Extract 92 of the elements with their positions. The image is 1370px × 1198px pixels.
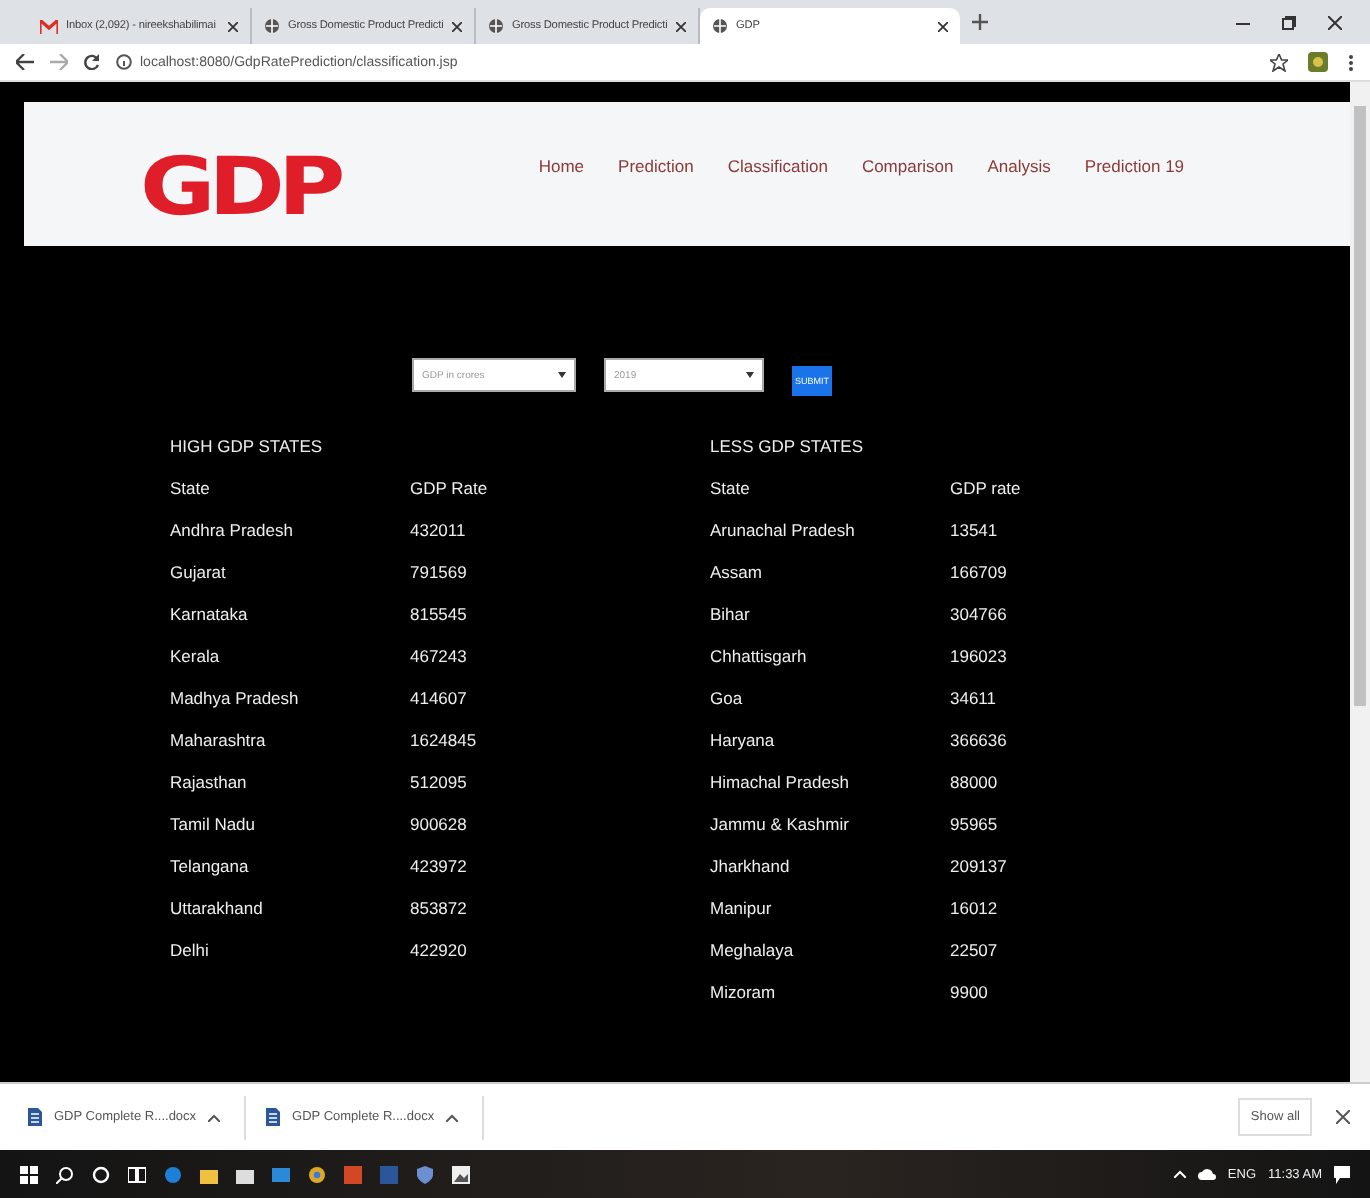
photo-app-icon[interactable] bbox=[452, 1165, 470, 1183]
site-logo: GDP bbox=[140, 148, 339, 228]
table-cell-text: 853872 bbox=[410, 898, 469, 922]
table-cell-text: 815545 bbox=[410, 604, 469, 628]
menu-icon[interactable] bbox=[1348, 53, 1354, 71]
table-cell-text: 34611 bbox=[950, 688, 999, 712]
extension-icon[interactable] bbox=[1308, 52, 1328, 72]
table-title: LESS GDP STATES bbox=[710, 436, 866, 456]
column-header: GDP rate bbox=[950, 478, 1023, 502]
table-cell-text: 366636 bbox=[950, 730, 1009, 754]
restore-icon[interactable] bbox=[1282, 15, 1296, 29]
scrollbar-thumb[interactable] bbox=[1354, 106, 1366, 706]
table-cell-text: Tamil Nadu bbox=[170, 814, 258, 838]
table-cell-text: Maharashtra bbox=[170, 730, 268, 754]
cloud-icon[interactable] bbox=[1197, 1168, 1216, 1180]
close-icon[interactable] bbox=[1336, 1110, 1350, 1124]
nav-link[interactable]: Analysis bbox=[987, 156, 1051, 176]
search-icon[interactable] bbox=[56, 1165, 74, 1183]
task-view-icon[interactable] bbox=[128, 1165, 146, 1183]
table-cell-text: 791569 bbox=[410, 562, 469, 586]
table-cell-text: 414607 bbox=[410, 688, 469, 712]
close-icon[interactable] bbox=[228, 21, 238, 31]
table-cell-text: Rajasthan bbox=[170, 772, 249, 796]
table-cell-text: 88000 bbox=[950, 772, 1000, 796]
table-cell-text: Mizoram bbox=[710, 982, 778, 1006]
notification-icon[interactable] bbox=[1334, 1165, 1350, 1183]
column-header: State bbox=[170, 478, 212, 502]
table-cell-text: Himachal Pradesh bbox=[710, 772, 851, 796]
table-cell-text: Arunachal Pradesh bbox=[710, 520, 857, 544]
table-cell-text: 900628 bbox=[410, 814, 469, 838]
document-icon bbox=[266, 1108, 281, 1126]
back-icon[interactable] bbox=[16, 54, 34, 70]
table-cell-text: 1624845 bbox=[410, 730, 479, 754]
table-cell-text: 209137 bbox=[950, 856, 1009, 880]
table-cell-text: Gujarat bbox=[170, 562, 228, 586]
table-cell-text: 166709 bbox=[950, 562, 1009, 586]
reload-icon[interactable] bbox=[84, 54, 100, 70]
caret-icon bbox=[558, 372, 566, 378]
globe-icon bbox=[712, 18, 728, 34]
table-cell-text: 22507 bbox=[950, 940, 1000, 964]
table-cell-text: Kerala bbox=[170, 646, 222, 670]
close-icon[interactable] bbox=[1328, 15, 1342, 29]
table-cell-text: Andhra Pradesh bbox=[170, 520, 295, 544]
nav-link[interactable]: Prediction 19 bbox=[1084, 156, 1185, 176]
nav-link[interactable]: Comparison bbox=[861, 156, 954, 176]
globe-icon bbox=[264, 18, 280, 34]
table-cell-text: Bihar bbox=[710, 604, 752, 628]
table-cell-text: Karnataka bbox=[170, 604, 250, 628]
new-tab-icon[interactable] bbox=[972, 14, 988, 30]
table-cell-text: Assam bbox=[710, 562, 764, 586]
shield-icon[interactable] bbox=[416, 1165, 434, 1183]
column-header: State bbox=[710, 478, 752, 502]
table-cell-text: 95965 bbox=[950, 814, 1000, 838]
table-cell-text: Jammu & Kashmir bbox=[710, 814, 851, 838]
globe-icon bbox=[488, 18, 504, 34]
table-cell-text: Telangana bbox=[170, 856, 251, 880]
close-icon[interactable] bbox=[676, 21, 686, 31]
table-cell-text: 423972 bbox=[410, 856, 469, 880]
table-cell-text: 422920 bbox=[410, 940, 469, 964]
table-title: HIGH GDP STATES bbox=[170, 436, 325, 456]
nav-link[interactable]: Classification bbox=[727, 156, 828, 176]
close-icon[interactable] bbox=[938, 21, 948, 31]
windows-logo-icon[interactable] bbox=[20, 1165, 38, 1183]
table-cell-text: Uttarakhand bbox=[170, 898, 265, 922]
chevron-up-icon[interactable] bbox=[446, 1113, 459, 1121]
bookmark-star-icon[interactable] bbox=[1270, 53, 1288, 71]
table-cell-text: 13541 bbox=[950, 520, 1000, 544]
table-cell-text: Delhi bbox=[170, 940, 211, 964]
nav-link[interactable]: Home bbox=[538, 156, 585, 176]
document-icon bbox=[28, 1108, 42, 1126]
caret-icon bbox=[746, 372, 754, 378]
info-icon bbox=[116, 54, 132, 70]
table-cell-text: Haryana bbox=[710, 730, 777, 754]
table-cell-text: Jharkhand bbox=[710, 856, 792, 880]
table-cell-text: Chhattisgarh bbox=[710, 646, 809, 670]
circle-icon[interactable] bbox=[92, 1165, 110, 1183]
column-header: GDP Rate bbox=[410, 478, 490, 502]
table-cell-text: 16012 bbox=[950, 898, 1000, 922]
table-cell-text: Goa bbox=[710, 688, 745, 712]
close-icon[interactable] bbox=[452, 21, 462, 31]
table-cell-text: Meghalaya bbox=[710, 940, 796, 964]
chevron-up-icon[interactable] bbox=[208, 1113, 221, 1121]
table-cell-text: 432011 bbox=[410, 520, 468, 544]
table-cell-text: 304766 bbox=[950, 604, 1009, 628]
table-cell-text: 512095 bbox=[410, 772, 469, 796]
table-cell-text: Manipur bbox=[710, 898, 774, 922]
table-cell-text: 9900 bbox=[950, 982, 990, 1006]
mail-icon bbox=[40, 19, 58, 33]
table-cell-text: Madhya Pradesh bbox=[170, 688, 301, 712]
table-cell-text: 467243 bbox=[410, 646, 469, 670]
table-cell-text: 196023 bbox=[950, 646, 1009, 670]
nav-link[interactable]: Prediction bbox=[618, 156, 694, 176]
